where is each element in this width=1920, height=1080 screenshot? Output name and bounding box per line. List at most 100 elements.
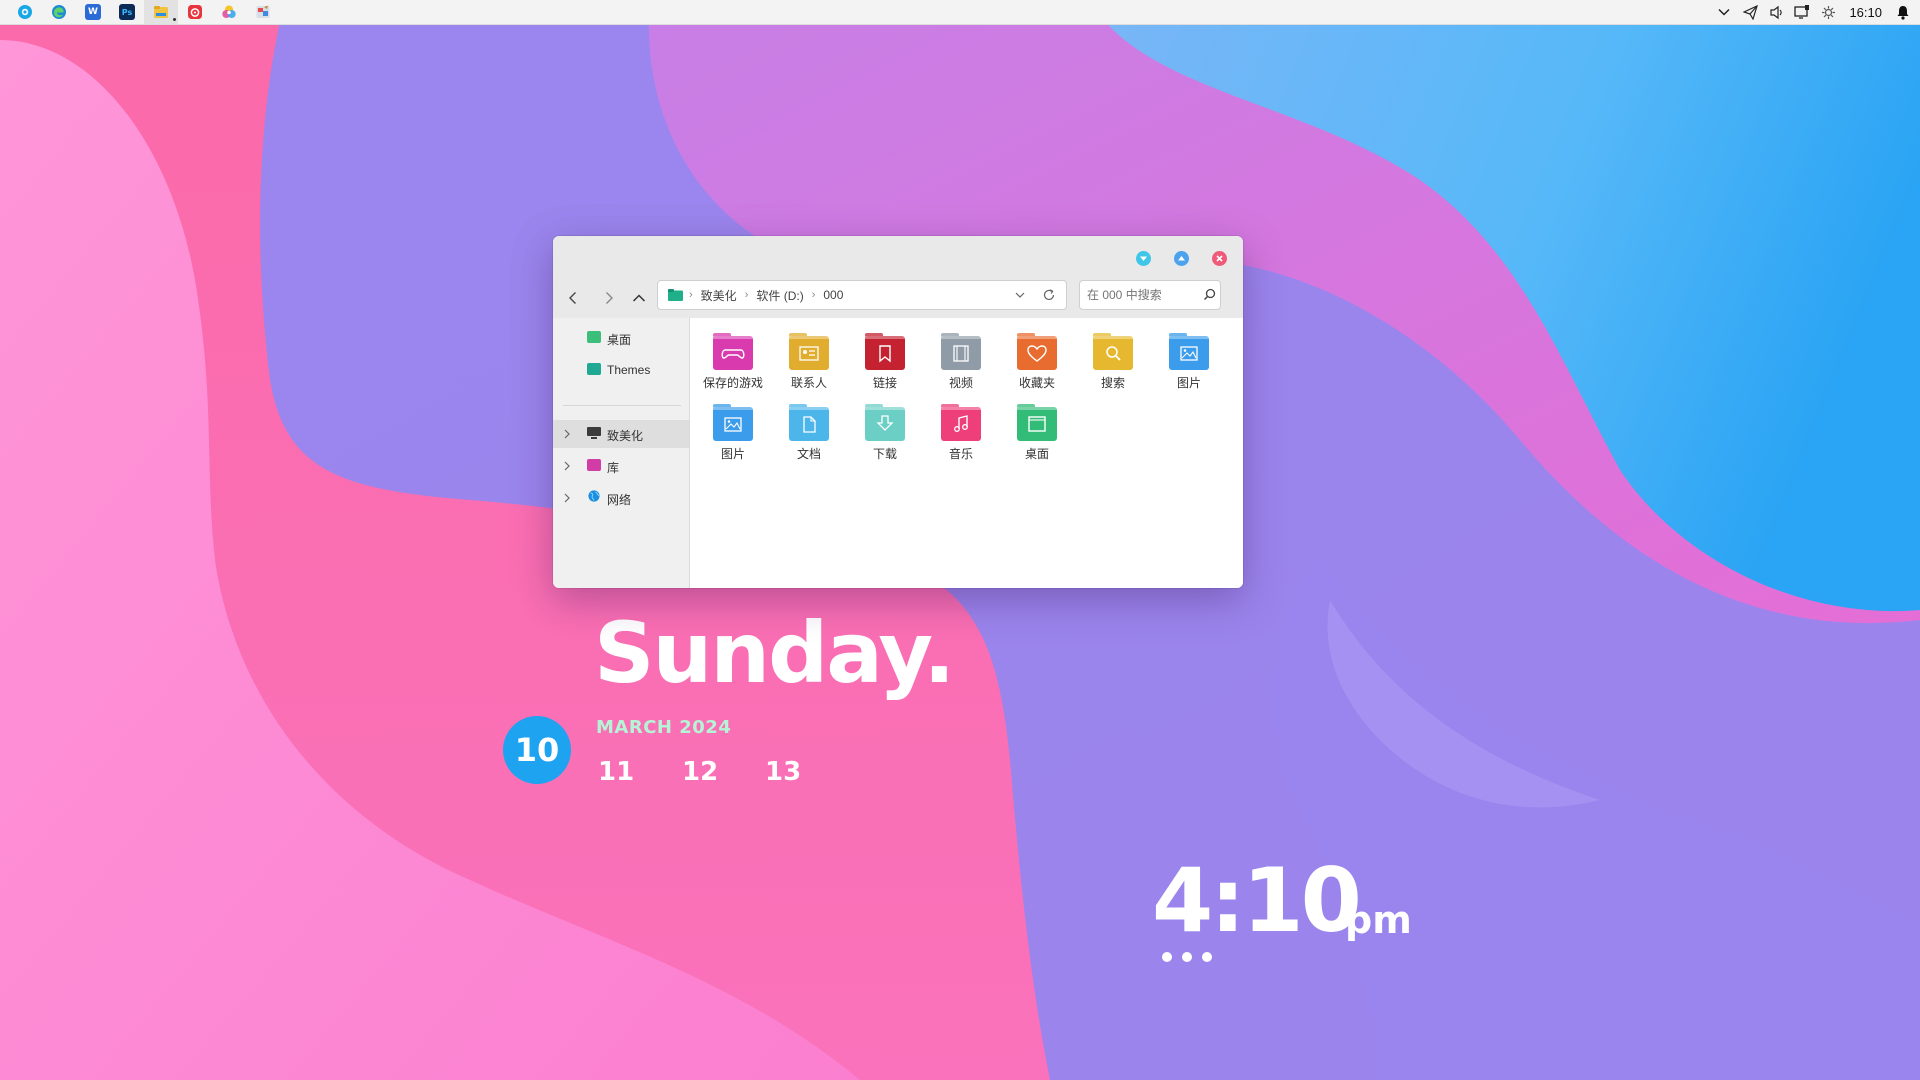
music-folder-icon [941, 404, 981, 441]
navigation-pane: 桌面 Themes 致美化 库 网络 [553, 318, 690, 588]
tray-overflow-chevron-icon[interactable] [1715, 3, 1733, 21]
bookmark-folder-icon [865, 333, 905, 370]
taskbar-app-netease-music[interactable] [178, 0, 212, 24]
heart-folder-icon [1017, 333, 1057, 370]
folder-videos[interactable]: 视频 [926, 330, 996, 390]
folder-contacts[interactable]: 联系人 [774, 330, 844, 390]
library-folder-icon [587, 459, 601, 471]
sidebar-item-libraries[interactable]: 库 [553, 452, 689, 480]
search-input[interactable] [1079, 280, 1221, 310]
chevron-right-icon [606, 292, 613, 304]
taskbar-app-edge[interactable] [42, 0, 76, 24]
taskbar-app-file-explorer[interactable] [144, 0, 178, 24]
taskbar-app-word[interactable]: W [76, 0, 110, 24]
taskbar-app-photoshop[interactable]: Ps [110, 0, 144, 24]
contact-folder-icon [789, 333, 829, 370]
image-folder-icon [713, 404, 753, 441]
file-label: 保存的游戏 [702, 376, 763, 390]
taskbar-apps: W Ps [0, 0, 280, 24]
chevron-down-icon[interactable] [1014, 289, 1026, 301]
chevron-right-icon[interactable] [563, 461, 571, 471]
back-button[interactable] [563, 288, 583, 308]
file-label: 收藏夹 [1018, 376, 1055, 390]
breadcrumb-item[interactable]: 000 [823, 288, 843, 302]
file-label: 图片 [720, 447, 745, 461]
file-label: 下载 [872, 447, 897, 461]
volume-icon[interactable] [1767, 3, 1785, 21]
sidebar-item-label: 致美化 [607, 429, 644, 443]
chevron-left-icon [569, 292, 576, 304]
sidebar-item-label: 库 [607, 461, 620, 475]
maximize-button[interactable] [1174, 251, 1189, 266]
file-label: 文档 [796, 447, 821, 461]
notification-bell-icon[interactable] [1894, 3, 1912, 21]
color-picker-icon [222, 5, 236, 18]
system-tray: 16:10 [1715, 0, 1920, 24]
file-explorer-icon [154, 6, 168, 18]
minimize-button[interactable] [1136, 251, 1151, 266]
dot [1202, 952, 1212, 962]
taskbar-clock[interactable]: 16:10 [1849, 5, 1882, 20]
taskbar-app-color-picker[interactable] [212, 0, 246, 24]
breadcrumb-item[interactable]: 致美化 [701, 287, 737, 304]
triangle-down-icon [1140, 256, 1147, 261]
taskbar-app-paint[interactable] [246, 0, 280, 24]
folder-links[interactable]: 链接 [850, 330, 920, 390]
folder-pictures[interactable]: 图片 [1154, 330, 1224, 390]
triangle-up-icon [1178, 256, 1185, 261]
sidebar-item-themes[interactable]: Themes [553, 356, 689, 384]
taskbar-app-360-browser[interactable] [8, 0, 42, 24]
folder-pictures[interactable]: 图片 [698, 401, 768, 461]
photoshop-icon: Ps [119, 4, 135, 20]
file-label: 视频 [948, 376, 973, 390]
next-day-2: 12 [682, 757, 719, 787]
search-folder-icon [1093, 333, 1133, 370]
image-folder-icon [1169, 333, 1209, 370]
sidebar-item-this-pc[interactable]: 致美化 [553, 420, 689, 448]
time-display: 4:10 [1152, 849, 1362, 952]
window-titlebar[interactable] [553, 236, 1243, 278]
breadcrumb-item[interactable]: 软件 (D:) [756, 287, 803, 304]
sidebar-item-network[interactable]: 网络 [553, 484, 689, 512]
current-date-badge: 10 [503, 716, 571, 784]
sidebar-item-desktop[interactable]: 桌面 [553, 324, 689, 352]
computer-icon [587, 427, 601, 439]
folder-documents[interactable]: 文档 [774, 401, 844, 461]
document-folder-icon [789, 404, 829, 441]
dot [1182, 952, 1192, 962]
close-button[interactable] [1212, 251, 1227, 266]
ime-language-icon[interactable] [1819, 3, 1837, 21]
folder-desktop[interactable]: 桌面 [1002, 401, 1072, 461]
file-label: 图片 [1176, 376, 1201, 390]
weekday-label: Sunday. [594, 604, 955, 702]
chevron-right-icon[interactable] [563, 493, 571, 503]
netease-music-icon [188, 5, 202, 19]
folder-saved-games[interactable]: 保存的游戏 [698, 330, 768, 390]
file-label: 联系人 [790, 376, 827, 390]
up-button[interactable] [629, 288, 649, 308]
time-ampm: pm [1345, 898, 1412, 942]
network-monitor-icon[interactable] [1793, 3, 1811, 21]
paint-icon [256, 5, 270, 18]
sidebar-item-label: 桌面 [607, 333, 632, 347]
address-bar[interactable]: › 致美化 › 软件 (D:) › 000 [657, 280, 1067, 310]
file-label: 搜索 [1100, 376, 1125, 390]
folder-music[interactable]: 音乐 [926, 401, 996, 461]
search-icon[interactable] [1203, 288, 1216, 301]
paper-plane-icon[interactable] [1741, 3, 1759, 21]
folder-downloads[interactable]: 下载 [850, 401, 920, 461]
folder-searches[interactable]: 搜索 [1078, 330, 1148, 390]
folder-favorites[interactable]: 收藏夹 [1002, 330, 1072, 390]
refresh-icon[interactable] [1042, 288, 1056, 302]
next-day-3: 13 [765, 757, 802, 787]
dot [1162, 952, 1172, 962]
forward-button[interactable] [599, 288, 619, 308]
breadcrumb-separator: › [811, 289, 816, 301]
file-label: 音乐 [948, 447, 973, 461]
chevron-up-icon [632, 294, 646, 302]
desktop-folder-icon [587, 331, 601, 343]
desktop-folder-icon [1017, 404, 1057, 441]
chevron-right-icon[interactable] [563, 429, 571, 439]
globe-icon [588, 490, 600, 502]
taskbar: W Ps 16:10 [0, 0, 1920, 25]
